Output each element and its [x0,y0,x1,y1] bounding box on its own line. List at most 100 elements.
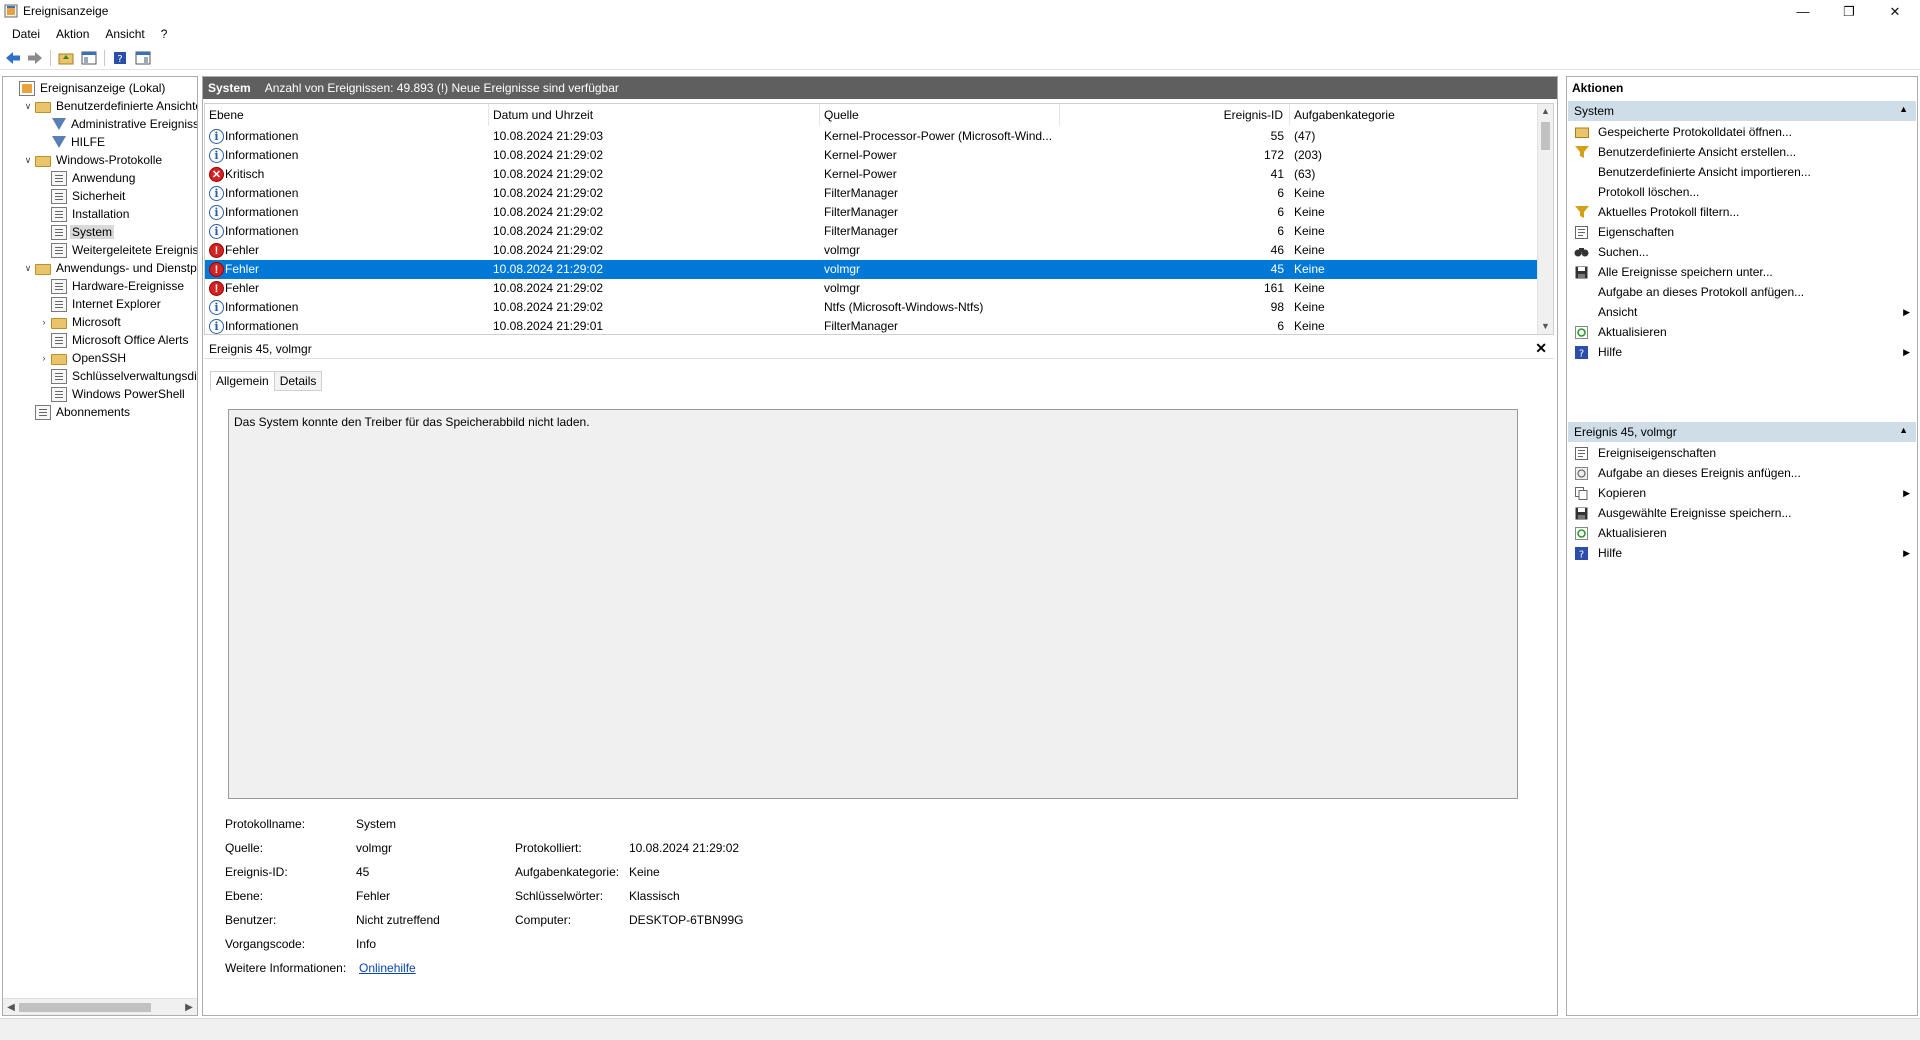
menu-datei[interactable]: Datei [6,27,46,41]
action-alle-ereignisse-speichern-unter[interactable]: Alle Ereignisse speichern unter... [1568,262,1916,282]
action-eigenschaften[interactable]: Eigenschaften [1568,222,1916,242]
table-row[interactable]: ✕ Kritisch 10.08.2024 21:29:02 Kernel-Power… [205,165,1538,184]
column-header-datum[interactable]: Datum und Uhrzeit [489,104,820,126]
tree-item-windows-protokolle[interactable]: ∨ Windows-Protokolle [21,151,164,169]
cell-aufgabenkategorie: (47) [1294,129,1316,143]
tree-item-weitergeleitete-ereignisse[interactable]: Weitergeleitete Ereignisse [37,241,197,259]
column-header-aufgabenkategorie[interactable]: Aufgabenkategorie [1290,104,1538,126]
table-row[interactable]: i Informationen 10.08.2024 21:29:02 Ntfs (M… [205,298,1538,317]
table-row[interactable]: i Informationen 10.08.2024 21:29:02 FilterM… [205,203,1538,222]
table-row[interactable]: i Informationen 10.08.2024 21:29:01 FilterM… [205,317,1538,334]
table-row[interactable]: ! Fehler 10.08.2024 21:29:02 volmgr 46 Keine [205,241,1538,260]
tree-item-hardware-ereignisse[interactable]: Hardware-Ereignisse [37,277,186,295]
tree-horizontal-scrollbar[interactable]: ◀ ▶ [3,998,197,1015]
actions-section-system[interactable]: System ▲ [1568,101,1916,121]
table-row[interactable]: i Informationen 10.08.2024 21:29:02 FilterM… [205,222,1538,241]
restore-button[interactable]: ❐ [1826,0,1872,23]
expanded-chevron-icon[interactable]: ∨ [21,263,35,274]
tree-item-abonnements[interactable]: Abonnements [21,403,132,421]
close-detail-icon[interactable]: ✕ [1535,340,1547,357]
event-description-box[interactable]: Das System konnte den Treiber für das Sp… [228,409,1518,799]
tree-item-administrative-ereignisse[interactable]: Administrative Ereignisse [37,115,197,133]
tab-allgemein[interactable]: Allgemein [210,371,275,391]
action-kopieren[interactable]: Kopieren ▶ [1568,483,1916,503]
minimize-button[interactable]: — [1780,0,1826,23]
tree-item-anwendungs-und-dienstprotokolle[interactable]: ∨ Anwendungs- und Dienstprotokolle [21,259,197,277]
help-button[interactable]: ? [111,49,129,67]
cell-ebene: Kritisch [225,167,265,181]
tree-item-benutzerdefinierte-ansichten[interactable]: ∨ Benutzerdefinierte Ansichten [21,97,197,115]
table-row[interactable]: ! Fehler 10.08.2024 21:29:02 volmgr 161 Keine [205,279,1538,298]
tab-details[interactable]: Details [273,371,323,391]
action-ausgewahlte-ereignisse-speichern[interactable]: Ausgewählte Ereignisse speichern... [1568,503,1916,523]
column-header-quelle[interactable]: Quelle [820,104,1060,126]
collapsed-chevron-icon[interactable]: › [37,317,51,327]
action-benutzerdefinierte-ansicht-erstellen[interactable]: Benutzerdefinierte Ansicht erstellen... [1568,142,1916,162]
action-benutzerdefinierte-ansicht-importieren[interactable]: Benutzerdefinierte Ansicht importieren..… [1568,162,1916,182]
action-aufgabe-an-dieses-protokoll-anfugen[interactable]: Aufgabe an dieses Protokoll anfügen... [1568,282,1916,302]
scroll-up-icon[interactable]: ▲ [1538,104,1553,119]
onlinehilfe-link[interactable]: Onlinehilfe [359,961,416,975]
tree-item-installation[interactable]: Installation [37,205,131,223]
tree-item-ereignisanzeige-lokal[interactable]: Ereignisanzeige (Lokal) [5,79,167,97]
forward-button[interactable] [26,49,44,67]
events-vertical-scrollbar[interactable]: ▲ ▼ [1537,104,1553,334]
cell-ereignis-id: 161 [1263,281,1284,295]
menu-aktion[interactable]: Aktion [50,27,95,41]
close-button[interactable]: ✕ [1872,0,1918,23]
expanded-chevron-icon[interactable]: ∨ [21,155,35,166]
actions-section-event[interactable]: Ereignis 45, volmgr ▲ [1568,422,1916,442]
action-gespeicherte-protokolldatei-offnen[interactable]: Gespeicherte Protokolldatei öffnen... [1568,122,1916,142]
action-suchen[interactable]: Suchen... [1568,242,1916,262]
actions-section-system-label: System [1574,104,1615,118]
tree-item-schlusselverwaltungsdienst[interactable]: Schlüsselverwaltungsdienst [37,367,197,385]
tree-item-internet-explorer[interactable]: Internet Explorer [37,295,163,313]
cell-datum: 10.08.2024 21:29:02 [493,186,604,200]
information-icon: i [209,319,224,334]
tree-item-sicherheit[interactable]: Sicherheit [37,187,127,205]
action-label: Aufgabe an dieses Protokoll anfügen... [1598,285,1805,299]
column-header-ereignis-id[interactable]: Ereignis-ID [1060,104,1290,126]
scroll-thumb[interactable] [19,1003,151,1012]
table-row[interactable]: i Informationen 10.08.2024 21:29:02 FilterM… [205,184,1538,203]
action-ereigniseigenschaften[interactable]: Ereigniseigenschaften [1568,443,1916,463]
action-aktuelles-protokoll-filtern[interactable]: Aktuelles Protokoll filtern... [1568,202,1916,222]
tree-item-hilfe[interactable]: HILFE [37,133,107,151]
help-icon: ? [114,52,126,65]
expanded-chevron-icon[interactable]: ∨ [21,101,35,112]
action-aktualisieren[interactable]: Aktualisieren [1568,322,1916,342]
collapse-up-icon[interactable]: ▲ [1899,425,1908,435]
tree-item-anwendung[interactable]: Anwendung [37,169,137,187]
information-icon: i [209,148,224,163]
tree-item-openssh[interactable]: › OpenSSH [37,349,128,367]
collapsed-chevron-icon[interactable]: › [37,353,51,363]
action-hilfe[interactable]: ? Hilfe ▶ [1568,543,1916,563]
column-header-ebene[interactable]: Ebene [205,104,489,126]
scroll-right-icon[interactable]: ▶ [182,1000,196,1015]
scroll-thumb[interactable] [1541,122,1550,150]
scroll-down-icon[interactable]: ▼ [1538,319,1553,334]
table-row[interactable]: i Informationen 10.08.2024 21:29:03 Kernel-… [205,127,1538,146]
menu-help[interactable]: ? [155,27,174,41]
collapse-up-icon[interactable]: ▲ [1899,104,1908,114]
show-hide-action-pane-button[interactable] [134,49,152,67]
action-aufgabe-an-dieses-ereignis-anfugen[interactable]: Aufgabe an dieses Ereignis anfügen... [1568,463,1916,483]
folder-icon [35,263,51,275]
tree-item-microsoft[interactable]: › Microsoft [37,313,123,331]
action-hilfe[interactable]: ? Hilfe ▶ [1568,342,1916,362]
back-button[interactable] [4,49,22,67]
up-folder-button[interactable] [57,49,75,67]
show-hide-tree-button[interactable] [80,49,98,67]
action-ansicht[interactable]: Ansicht ▶ [1568,302,1916,322]
table-row[interactable]: ! Fehler 10.08.2024 21:29:02 volmgr 45 Keine [205,260,1538,279]
tree-item-windows-powershell[interactable]: Windows PowerShell [37,385,187,403]
folder-up-icon [58,53,74,65]
table-row[interactable]: i Informationen 10.08.2024 21:29:02 Kernel-… [205,146,1538,165]
action-aktualisieren[interactable]: Aktualisieren [1568,523,1916,543]
tree-item-microsoft-office-alerts[interactable]: Microsoft Office Alerts [37,331,190,349]
action-protokoll-loschen[interactable]: Protokoll löschen... [1568,182,1916,202]
menu-ansicht[interactable]: Ansicht [99,27,150,41]
tree-item-system[interactable]: System [37,223,115,241]
action-label: Aktualisieren [1598,325,1667,339]
scroll-left-icon[interactable]: ◀ [4,1000,18,1015]
